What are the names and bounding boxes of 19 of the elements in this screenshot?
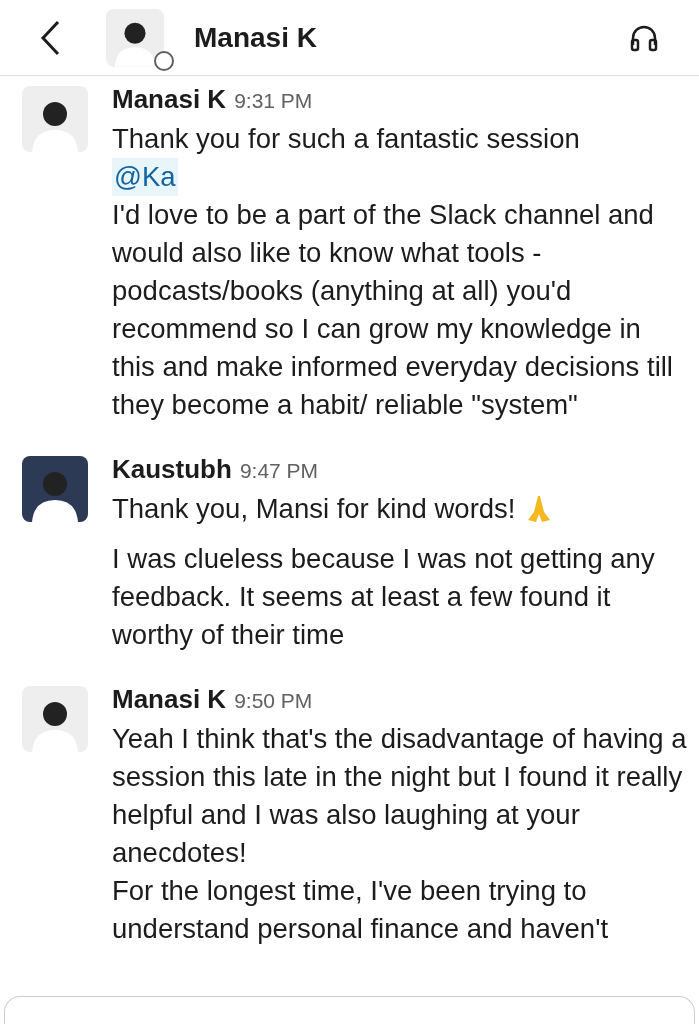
avatar <box>106 8 164 67</box>
message-time: 9:47 PM <box>239 458 319 484</box>
user-mention[interactable]: @Ka <box>112 158 178 196</box>
avatar[interactable] <box>22 86 88 152</box>
author-name[interactable]: Kaustubh <box>112 450 232 488</box>
avatar[interactable] <box>22 686 88 752</box>
avatar[interactable] <box>22 456 88 522</box>
channel-title: Manasi K <box>194 20 317 55</box>
author-name[interactable]: Manasi K <box>112 80 227 118</box>
message-text: Yeah I think that's the disadvantage of having a session this late in the night but I found it really helpful and I was also laughing at your anecdotes! <box>112 722 688 870</box>
message-time: 9:50 PM <box>234 688 313 714</box>
message-text: I was clueless because I was not getting any feedback. It seems at least a few found it worthy of their time <box>112 542 656 652</box>
message-time: 9:31 PM <box>234 88 313 114</box>
author-name[interactable]: Manasi K <box>112 680 227 718</box>
message-text: I'd love to be a part of the Slack channel and would also like to know what tools - podcasts/books (anything at all) you'd recommend so I can grow my knowledge in this and make informed everyday decisions till they become a habit/ reliable "system" <box>112 198 674 422</box>
message-text: For the longest time, I've been trying to understand personal finance and haven't <box>112 874 610 946</box>
message-text: Thank you for such a fantastic session <box>112 122 581 156</box>
back-icon[interactable] <box>40 19 62 56</box>
message-text: Thank you, Mansi for kind words! <box>112 492 516 526</box>
